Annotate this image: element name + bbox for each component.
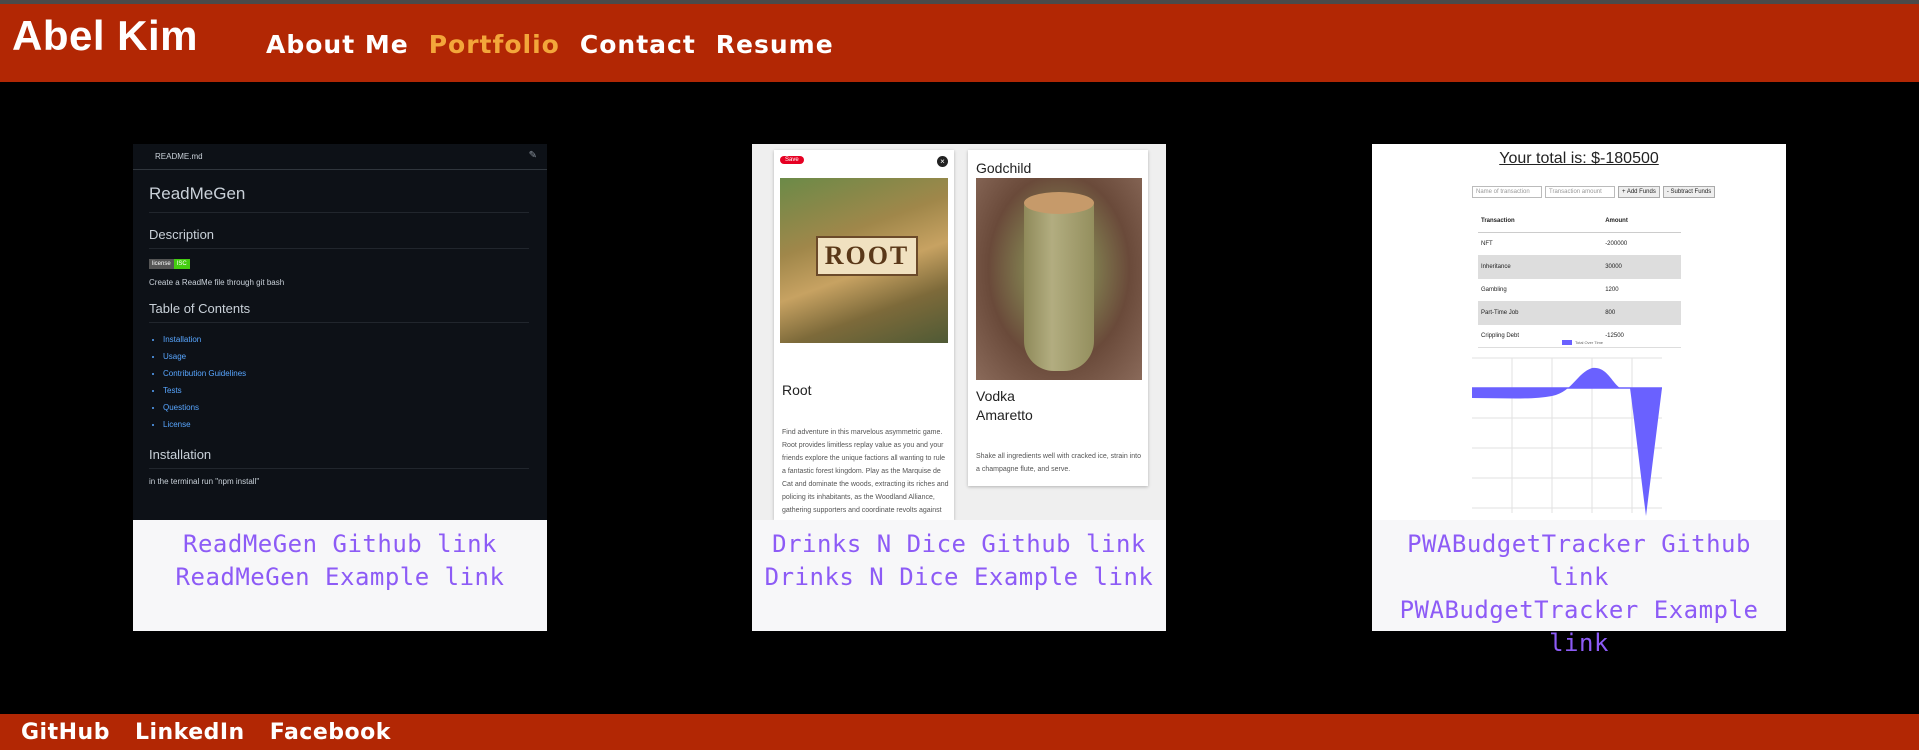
row-amount: 1200 (1602, 278, 1681, 302)
drink-photo (976, 178, 1142, 380)
project-card-pwa-budget-tracker: Your total is: $-180500 Name of transact… (1372, 144, 1786, 657)
row-name: Gambling (1478, 278, 1603, 302)
footer-facebook-link[interactable]: Facebook (270, 720, 391, 745)
pwa-budget-tracker-github-link[interactable]: PWABudgetTracker Github link (1372, 528, 1786, 594)
game-card: Save × ROOT Root Find adventure in this … (774, 150, 954, 520)
project-links: PWABudgetTracker Github link PWABudgetTr… (1372, 520, 1786, 657)
pencil-icon: ✎ (528, 150, 537, 161)
total-over-time-chart (1472, 357, 1662, 516)
table-row: Part-Time Job 800 (1478, 301, 1681, 325)
toc-item: Contribution Guidelines (163, 365, 547, 382)
readme-install-heading: Installation (149, 447, 529, 469)
project-card-readmegen: README.md ✎ ReadMeGen Description licens… (133, 144, 547, 631)
main-nav: About Me Portfolio Contact Resume (266, 30, 834, 59)
nav-about-me[interactable]: About Me (266, 30, 409, 59)
toc-item: Questions (163, 399, 547, 416)
drink-instructions: Shake all ingredients well with cracked … (976, 453, 1141, 473)
game-title: Root (782, 382, 812, 398)
transaction-form: Name of transaction Transaction amount +… (1472, 186, 1716, 198)
transactions-table: Transaction Amount NFT -200000 Inheritanc… (1478, 210, 1681, 348)
readme-title: ReadMeGen (149, 184, 529, 213)
drink-title: Godchild (976, 160, 1032, 176)
close-icon: × (937, 156, 948, 167)
pwa-budget-tracker-example-link[interactable]: PWABudgetTracker Example link (1372, 594, 1786, 660)
drink-foam (1024, 192, 1094, 214)
readmegen-example-link[interactable]: ReadMeGen Example link (133, 561, 547, 594)
legend-swatch (1562, 340, 1572, 346)
add-funds-button: + Add Funds (1618, 186, 1660, 198)
toc-item: License (163, 416, 547, 433)
row-amount: 800 (1602, 301, 1681, 325)
footer-linkedin-link[interactable]: LinkedIn (135, 720, 245, 745)
nav-resume[interactable]: Resume (716, 30, 834, 59)
toc-item: Installation (163, 331, 547, 348)
drink-card: Godchild Vodka Amaretto Shake all ingred… (968, 150, 1148, 486)
transaction-name-field: Name of transaction (1472, 186, 1542, 198)
table-row: Inheritance 30000 (1478, 255, 1681, 279)
readme-toc-heading: Table of Contents (149, 301, 529, 323)
readme-description-heading: Description (149, 227, 529, 249)
chart-grid (1472, 357, 1662, 513)
chart-area (1472, 367, 1662, 516)
drink-ingredient: Amaretto (976, 407, 1033, 423)
footer-github-link[interactable]: GitHub (21, 720, 110, 745)
game-description: Find adventure in this marvelous asymmet… (782, 429, 949, 514)
license-badge-label: license (149, 259, 174, 269)
project-links: Drinks N Dice Github link Drinks N Dice … (752, 520, 1166, 631)
table-row: Gambling 1200 (1478, 278, 1681, 302)
readme-file-name: README.md (155, 152, 203, 161)
col-amount: Amount (1602, 210, 1681, 233)
row-amount: 30000 (1602, 255, 1681, 279)
transaction-amount-field: Transaction amount (1545, 186, 1615, 198)
license-badge: license ISC (149, 259, 190, 269)
readme-toc-list: Installation Usage Contribution Guidelin… (163, 331, 547, 433)
drinks-n-dice-screenshot: Save × ROOT Root Find adventure in this … (752, 144, 1166, 520)
game-box-art: ROOT (780, 178, 948, 343)
site-header: Abel Kim About Me Portfolio Contact Resu… (0, 4, 1919, 82)
site-brand: Abel Kim (12, 12, 199, 59)
budget-tracker-screenshot: Your total is: $-180500 Name of transact… (1372, 144, 1786, 520)
row-name: NFT (1478, 232, 1603, 256)
row-name: Inheritance (1478, 255, 1603, 279)
table-row: NFT -200000 (1478, 232, 1681, 256)
readme-install-text: in the terminal run "npm install" (149, 477, 260, 486)
license-badge-value: ISC (173, 259, 190, 269)
row-amount: -200000 (1602, 232, 1681, 256)
readmegen-github-link[interactable]: ReadMeGen Github link (133, 528, 547, 561)
subtract-funds-button: - Subtract Funds (1662, 186, 1716, 198)
row-name: Part-Time Job (1478, 301, 1603, 325)
project-links: ReadMeGen Github link ReadMeGen Example … (133, 520, 547, 631)
chart-legend: Total Over Time (1562, 340, 1604, 346)
drinks-n-dice-github-link[interactable]: Drinks N Dice Github link (752, 528, 1166, 561)
col-transaction: Transaction (1478, 210, 1603, 233)
drinks-n-dice-example-link[interactable]: Drinks N Dice Example link (752, 561, 1166, 594)
project-card-drinks-n-dice: Save × ROOT Root Find adventure in this … (752, 144, 1166, 631)
budget-total: Your total is: $-180500 (1499, 150, 1659, 167)
readme-description: Create a ReadMe file through git bash (149, 278, 285, 287)
nav-contact[interactable]: Contact (580, 30, 696, 59)
nav-portfolio[interactable]: Portfolio (429, 30, 560, 59)
drink-glass (1024, 196, 1094, 371)
readmegen-screenshot: README.md ✎ ReadMeGen Description licens… (133, 144, 547, 520)
readme-file-bar: README.md ✎ (133, 144, 547, 170)
drink-ingredient: Vodka (976, 388, 1015, 404)
pinterest-save-badge: Save (780, 156, 804, 164)
toc-item: Tests (163, 382, 547, 399)
game-box-title: ROOT (816, 236, 918, 276)
site-footer: GitHub LinkedIn Facebook (0, 714, 1919, 750)
toc-item: Usage (163, 348, 547, 365)
legend-label: Total Over Time (1575, 340, 1604, 345)
row-amount: -12500 (1602, 324, 1681, 348)
